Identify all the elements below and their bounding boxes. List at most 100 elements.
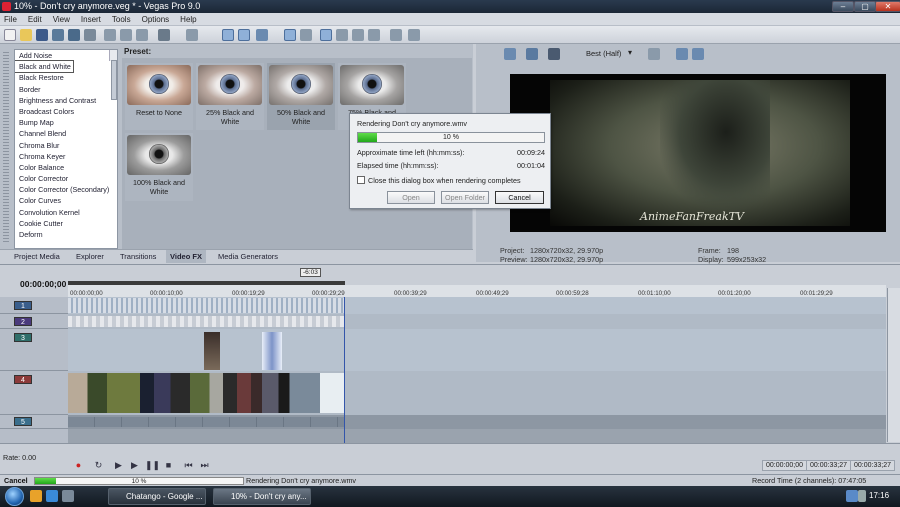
explorer-quicklaunch-icon[interactable] bbox=[30, 490, 42, 502]
fx-item[interactable]: Color Corrector bbox=[15, 173, 117, 184]
stop-icon[interactable]: ■ bbox=[163, 460, 174, 471]
fx-item[interactable]: Brightness and Contrast bbox=[15, 95, 117, 106]
ie-quicklaunch-icon[interactable] bbox=[46, 490, 58, 502]
show-desktop-icon[interactable] bbox=[62, 490, 74, 502]
video-clip[interactable] bbox=[262, 332, 282, 370]
save-as-icon[interactable] bbox=[52, 29, 64, 41]
menu-options[interactable]: Options bbox=[142, 15, 170, 24]
fx-item-selected[interactable]: Black and White bbox=[15, 60, 74, 74]
enable-snapping-icon[interactable] bbox=[222, 29, 234, 41]
tab-video-fx[interactable]: Video FX bbox=[166, 250, 206, 263]
properties-icon[interactable] bbox=[84, 29, 96, 41]
fx-item[interactable]: Cookie Cutter bbox=[15, 218, 117, 229]
zoom-tool-icon[interactable] bbox=[368, 29, 380, 41]
ripple-edit-icon[interactable] bbox=[256, 29, 268, 41]
audio-waveform-clip[interactable] bbox=[68, 298, 345, 313]
whats-this-icon[interactable] bbox=[408, 29, 420, 41]
fx-list-scrollbar[interactable] bbox=[109, 50, 117, 100]
preset-thumbnail[interactable]: 100% Black and White bbox=[125, 133, 193, 201]
track-header[interactable]: 5 bbox=[0, 415, 68, 429]
save-icon[interactable] bbox=[36, 29, 48, 41]
fx-item[interactable]: Broadcast Colors bbox=[15, 106, 117, 117]
track-header[interactable]: 3 bbox=[0, 329, 68, 371]
lock-envelopes-icon[interactable] bbox=[284, 29, 296, 41]
go-to-end-icon[interactable]: ⏭ bbox=[199, 460, 210, 471]
selection-end-time[interactable]: 00:00:33;27 bbox=[806, 460, 851, 471]
selection-tool-icon[interactable] bbox=[352, 29, 364, 41]
maximize-button[interactable]: ▢ bbox=[854, 1, 876, 12]
timeline-vertical-scrollbar[interactable] bbox=[887, 288, 900, 442]
menu-file[interactable]: File bbox=[4, 15, 17, 24]
play-icon[interactable]: ▶ bbox=[129, 460, 140, 471]
quality-dropdown-icon[interactable]: ▾ bbox=[628, 48, 632, 57]
preset-thumbnail[interactable]: 25% Black and White bbox=[196, 63, 264, 130]
menu-help[interactable]: Help bbox=[180, 15, 196, 24]
menu-view[interactable]: View bbox=[53, 15, 70, 24]
selection-length-time[interactable]: 00:00:33;27 bbox=[850, 460, 895, 471]
track-header[interactable]: 1 bbox=[0, 297, 68, 314]
tab-media-generators[interactable]: Media Generators bbox=[214, 250, 282, 263]
tray-volume-icon[interactable] bbox=[858, 490, 866, 502]
menu-insert[interactable]: Insert bbox=[81, 15, 101, 24]
video-clip[interactable] bbox=[204, 332, 220, 370]
tab-transitions[interactable]: Transitions bbox=[116, 250, 160, 263]
cut-icon[interactable] bbox=[104, 29, 116, 41]
close-button[interactable]: ✕ bbox=[875, 1, 900, 12]
close-when-done-checkbox[interactable] bbox=[357, 176, 365, 184]
copy-snapshot-icon[interactable] bbox=[676, 48, 688, 60]
preview-quality-select[interactable]: Best (Half) bbox=[586, 49, 621, 58]
tab-project-media[interactable]: Project Media bbox=[10, 250, 64, 263]
audio-clip-track-5[interactable] bbox=[68, 417, 345, 427]
go-to-start-icon[interactable]: ⏮ bbox=[183, 460, 194, 471]
new-file-icon[interactable] bbox=[4, 29, 16, 41]
text-overlay-clip[interactable] bbox=[68, 316, 345, 327]
track-header[interactable]: 4 bbox=[0, 371, 68, 415]
fx-item[interactable]: Border bbox=[15, 84, 117, 95]
preset-thumbnail-selected[interactable]: 50% Black and White bbox=[267, 63, 335, 130]
status-cancel-button[interactable]: Cancel bbox=[4, 476, 28, 485]
fx-item[interactable]: Black Restore bbox=[15, 72, 117, 83]
preview-properties-icon[interactable] bbox=[504, 48, 516, 60]
overlays-icon[interactable] bbox=[648, 48, 660, 60]
help-pointer-icon[interactable] bbox=[390, 29, 402, 41]
render-as-icon[interactable] bbox=[68, 29, 80, 41]
fx-item[interactable]: Bump Map bbox=[15, 117, 117, 128]
record-icon[interactable]: ● bbox=[73, 460, 84, 471]
ignore-grouping-icon[interactable] bbox=[300, 29, 312, 41]
open-folder-button[interactable]: Open Folder bbox=[441, 191, 489, 204]
redo-icon[interactable] bbox=[186, 29, 198, 41]
loop-playback-icon[interactable]: ↻ bbox=[93, 460, 104, 471]
fx-item[interactable]: Chroma Blur bbox=[15, 140, 117, 151]
paste-icon[interactable] bbox=[136, 29, 148, 41]
auto-crossfade-icon[interactable] bbox=[238, 29, 250, 41]
split-screen-icon[interactable] bbox=[548, 48, 560, 60]
fx-item[interactable]: Color Balance bbox=[15, 162, 117, 173]
menu-tools[interactable]: Tools bbox=[112, 15, 131, 24]
preset-thumbnail[interactable]: Reset to None bbox=[125, 63, 193, 130]
fx-list-scroll-thumb[interactable] bbox=[111, 60, 117, 100]
play-from-start-icon[interactable]: ▶ bbox=[113, 460, 124, 471]
video-clip-track-4[interactable] bbox=[68, 373, 345, 413]
timeline-ruler[interactable]: 00:00:00;00 00:00:10;00 00:00:19;29 00:0… bbox=[68, 285, 886, 297]
timeline-area[interactable] bbox=[68, 297, 886, 443]
tray-network-icon[interactable] bbox=[846, 490, 858, 502]
fx-item[interactable]: Channel Blend bbox=[15, 128, 117, 139]
cancel-render-button[interactable]: Cancel bbox=[495, 191, 544, 204]
taskbar-item-chatango[interactable]: Chatango - Google ... bbox=[108, 488, 206, 505]
fx-item[interactable]: Deform bbox=[15, 229, 117, 240]
dock-grip[interactable] bbox=[3, 52, 9, 242]
pause-icon[interactable]: ❚❚ bbox=[145, 460, 160, 471]
fx-item[interactable]: Convolution Kernel bbox=[15, 207, 117, 218]
start-button[interactable] bbox=[5, 487, 24, 506]
save-snapshot-icon[interactable] bbox=[692, 48, 704, 60]
fx-item[interactable]: Chroma Keyer bbox=[15, 151, 117, 162]
selection-start-time[interactable]: 00:00:00;00 bbox=[762, 460, 807, 471]
fx-item[interactable]: Add Noise bbox=[15, 50, 117, 61]
external-monitor-icon[interactable] bbox=[526, 48, 538, 60]
open-button[interactable]: Open bbox=[387, 191, 435, 204]
fx-item[interactable]: Color Curves bbox=[15, 195, 117, 206]
minimize-button[interactable]: – bbox=[832, 1, 854, 12]
fx-item[interactable]: Color Corrector (Secondary) bbox=[15, 184, 117, 195]
menu-edit[interactable]: Edit bbox=[28, 15, 42, 24]
track-header[interactable]: 2 bbox=[0, 314, 68, 329]
